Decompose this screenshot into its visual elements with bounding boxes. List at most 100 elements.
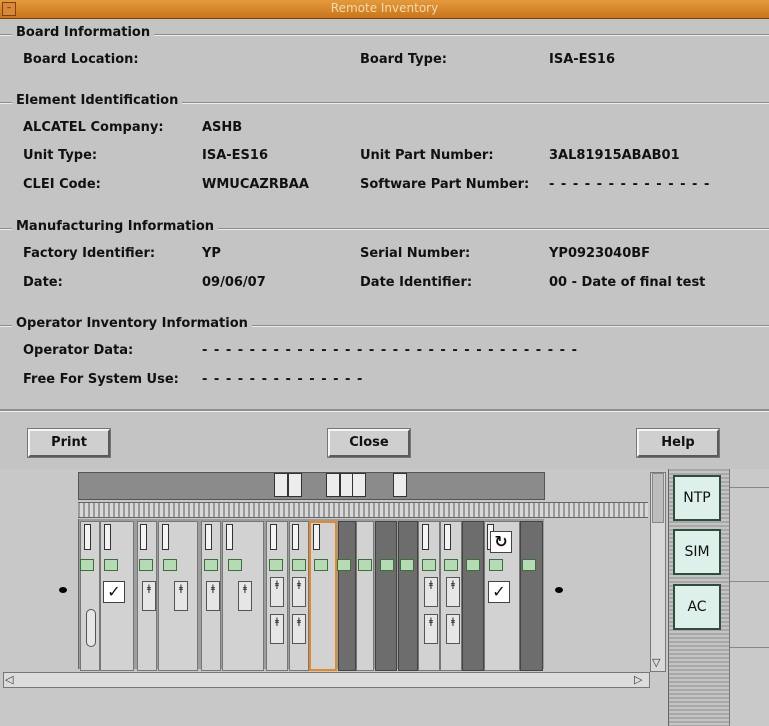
clei-code-label: CLEI Code: [23,177,101,192]
free-for-system-use-value: - - - - - - - - - - - - - - [202,372,364,387]
serial-number-label: Serial Number: [360,246,471,261]
card-latch [422,524,429,550]
card-latch [444,524,451,550]
led-indicator-icon [269,559,283,571]
company-value: ASHB [202,120,243,135]
manufacturing-information-section: Manufacturing Information Factory Identi… [0,213,769,310]
operator-inventory-section: Operator Inventory Information Operator … [0,310,769,405]
print-button[interactable]: Print [28,429,110,457]
unit-part-number-value: 3AL81915ABAB01 [549,148,680,163]
shelf-view: ǂ ǂ ǂ ǂ ǂ ǂ ǂ ǂ ǂ ǂ ǂ ǂ ✓ ✓ ↻ ▽ ◁ ▷ NTP … [0,469,769,726]
date-identifier-label: Date Identifier: [360,275,473,290]
led-indicator-icon [228,559,242,571]
led-indicator-icon [358,559,372,571]
shelf-slot[interactable] [356,521,374,671]
card-latch [140,524,147,550]
fuse-icon [326,473,340,497]
shelf-slot[interactable] [375,521,397,671]
operator-inventory-legend: Operator Inventory Information [12,316,252,331]
fuse-icon: ǂ [206,581,220,611]
led-indicator-icon [489,559,503,571]
card-latch [292,524,299,550]
operator-data-label: Operator Data: [23,343,134,358]
vertical-scrollbar-thumb[interactable] [652,473,664,523]
shelf-slot[interactable] [338,521,356,671]
fuse-icon: ǂ [292,577,306,607]
led-indicator-icon [337,559,351,571]
ac-button[interactable]: AC [673,584,721,630]
fuse-icon: ǂ [424,614,438,644]
fuse-icon [274,473,288,497]
led-indicator-icon [422,559,436,571]
scroll-down-arrow-icon[interactable]: ▽ [652,657,660,669]
fuse-icon: ǂ [292,614,306,644]
led-indicator-icon [163,559,177,571]
factory-identifier-value: YP [202,246,221,261]
board-location-label: Board Location: [23,52,139,67]
card-latch [84,524,91,550]
sim-button[interactable]: SIM [673,529,721,575]
fuse-icon: ǂ [270,614,284,644]
serial-number-value: YP0923040BF [549,246,651,261]
led-indicator-icon [292,559,306,571]
operator-data-value: - - - - - - - - - - - - - - - - - - - - … [202,343,578,358]
ventilation-grill [78,502,648,518]
card-latch [226,524,233,550]
board-information-section: Board Information Board Location: Board … [0,19,769,87]
remote-inventory-dialog: Board Information Board Location: Board … [0,19,769,469]
fuse-icon: ǂ [270,577,284,607]
unit-type-value: ISA-ES16 [202,148,268,163]
close-button[interactable]: Close [328,429,410,457]
led-indicator-icon [444,559,458,571]
window-title: Remote Inventory [330,1,439,15]
card-latch [205,524,212,550]
software-part-number-value: - - - - - - - - - - - - - - [549,177,711,192]
led-indicator-icon [139,559,153,571]
led-indicator-icon [314,559,328,571]
led-indicator-icon [104,559,118,571]
company-label: ALCATEL Company: [23,120,164,135]
shelf-right-marker [555,587,563,593]
clei-code-value: WMUCAZRBAA [202,177,309,192]
board-information-legend: Board Information [12,25,155,40]
ntp-button[interactable]: NTP [673,475,721,521]
manufacturing-information-legend: Manufacturing Information [12,219,219,234]
fuse-icon [393,473,407,497]
scroll-right-arrow-icon[interactable]: ▷ [634,674,642,686]
card-latch [313,524,320,550]
card-latch [104,524,111,550]
panel-divider [730,581,769,582]
element-identification-section: Element Identification ALCATEL Company: … [0,87,769,213]
fuse-icon: ǂ [142,581,156,611]
scroll-left-arrow-icon[interactable]: ◁ [5,674,13,686]
shelf-slot[interactable] [520,521,543,671]
card-latch [270,524,277,550]
card-latch [162,524,169,550]
fuse-icon: ǂ [424,577,438,607]
horizontal-scrollbar[interactable]: ◁ ▷ [3,672,650,688]
shelf-slot[interactable] [398,521,418,671]
date-identifier-value: 00 - Date of final test [549,275,706,290]
unit-type-label: Unit Type: [23,148,98,163]
board-type-label: Board Type: [360,52,447,67]
vertical-scrollbar[interactable]: ▽ [650,472,666,672]
free-for-system-use-label: Free For System Use: [23,372,179,387]
board-type-value: ISA-ES16 [549,52,615,67]
help-button[interactable]: Help [637,429,719,457]
led-indicator-icon [466,559,480,571]
shelf-top-panel [78,472,545,500]
led-indicator-icon [380,559,394,571]
connector-icon [86,609,96,647]
refresh-icon[interactable]: ↻ [490,531,512,553]
software-part-number-label: Software Part Number: [360,177,530,192]
led-indicator-icon [400,559,414,571]
unit-part-number-label: Unit Part Number: [360,148,494,163]
window-title-bar[interactable]: – Remote Inventory [0,0,769,19]
factory-identifier-label: Factory Identifier: [23,246,156,261]
fuse-icon: ǂ [238,581,252,611]
fuse-icon: ǂ [446,614,460,644]
date-value: 09/06/07 [202,275,266,290]
shelf-slot[interactable] [462,521,484,671]
checkmark-icon: ✓ [103,581,125,603]
fuse-icon [288,473,302,497]
